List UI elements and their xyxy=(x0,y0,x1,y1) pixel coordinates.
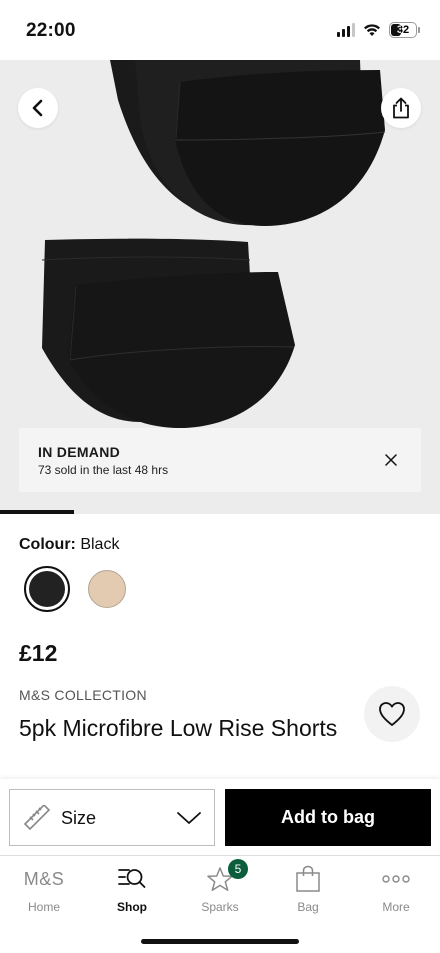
product-image-carousel[interactable]: IN DEMAND 73 sold in the last 48 hrs xyxy=(0,60,440,510)
carousel-progress-thumb xyxy=(0,510,74,514)
status-bar: 22:00 32 xyxy=(0,0,440,60)
tab-home[interactable]: M&S Home xyxy=(0,856,88,926)
colour-label: Colour: xyxy=(19,536,76,553)
chevron-down-icon xyxy=(177,812,201,824)
home-indicator[interactable] xyxy=(141,939,299,944)
share-icon xyxy=(393,97,409,119)
wifi-icon xyxy=(364,24,380,36)
tab-bag[interactable]: Bag xyxy=(264,856,352,926)
ms-logo: M&S xyxy=(24,865,65,893)
ruler-icon xyxy=(23,805,51,831)
size-selector[interactable]: Size xyxy=(9,789,215,846)
tab-shop-label: Shop xyxy=(117,900,147,914)
tab-sparks[interactable]: 5 Sparks xyxy=(176,856,264,926)
chevron-left-icon xyxy=(32,99,43,117)
signal-icon xyxy=(337,23,355,37)
shop-search-icon xyxy=(118,869,146,888)
more-dots-icon xyxy=(382,875,410,883)
swatch-black-dot xyxy=(29,571,65,607)
add-to-bag-button[interactable]: Add to bag xyxy=(225,789,431,846)
sparks-badge: 5 xyxy=(228,859,248,879)
banner-title: IN DEMAND xyxy=(38,444,121,460)
banner-text: 73 sold in the last 48 hrs xyxy=(38,463,169,477)
share-button[interactable] xyxy=(381,88,421,128)
product-title: 5pk Microfibre Low Rise Shorts xyxy=(19,715,338,741)
colour-row: Colour: Black xyxy=(19,536,119,554)
carousel-progress xyxy=(0,510,440,514)
status-icons: 32 xyxy=(337,22,420,38)
bag-icon xyxy=(296,865,320,892)
bottom-tab-bar: M&S Home Shop 5 Sparks Bag More xyxy=(0,855,440,953)
product-brand: M&S COLLECTION xyxy=(19,687,147,703)
battery-level: 32 xyxy=(396,24,410,36)
in-demand-banner: IN DEMAND 73 sold in the last 48 hrs xyxy=(19,428,421,492)
tab-home-label: Home xyxy=(27,900,60,914)
ms-logo-text: M&S xyxy=(23,868,65,889)
tab-bag-label: Bag xyxy=(297,900,319,914)
colour-value: Black xyxy=(80,536,120,553)
heart-icon xyxy=(379,702,405,726)
banner-close-button[interactable] xyxy=(381,450,401,470)
swatch-nude[interactable] xyxy=(84,566,130,612)
wishlist-button[interactable] xyxy=(364,686,420,742)
tab-more-label: More xyxy=(382,900,410,914)
close-icon xyxy=(385,454,397,466)
battery-icon: 32 xyxy=(389,22,420,38)
status-time: 22:00 xyxy=(26,20,76,41)
purchase-action-bar: Size Add to bag xyxy=(0,779,440,855)
swatch-nude-dot xyxy=(88,570,126,608)
size-label: Size xyxy=(61,808,97,828)
tab-more[interactable]: More xyxy=(352,856,440,926)
tab-shop[interactable]: Shop xyxy=(88,856,176,926)
back-button[interactable] xyxy=(18,88,58,128)
tab-sparks-label: Sparks xyxy=(201,900,239,914)
product-price: £12 xyxy=(19,640,58,666)
swatch-black[interactable] xyxy=(24,566,70,612)
